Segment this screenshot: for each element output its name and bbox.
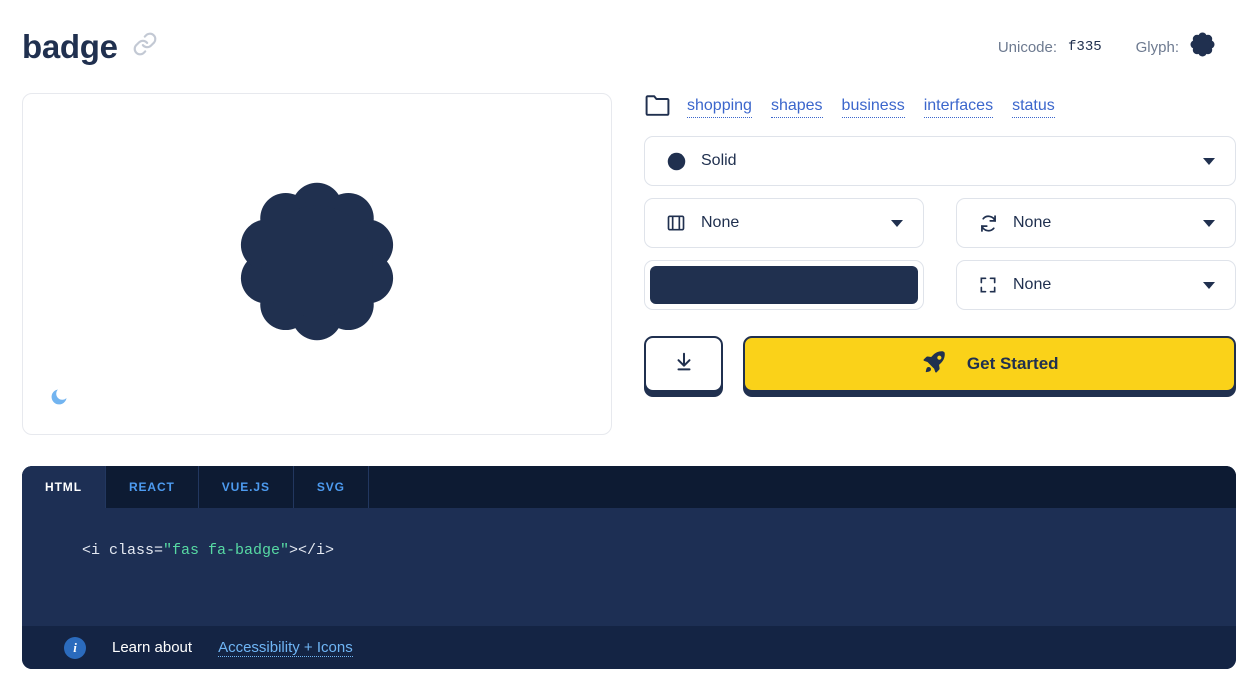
film-icon [665, 213, 687, 233]
color-size-row: None [644, 260, 1236, 310]
badge-glyph-icon [1190, 32, 1215, 62]
tab-vuejs[interactable]: VUE.JS [198, 466, 294, 508]
expand-icon [977, 275, 999, 295]
animation-rotate-row: None None [644, 198, 1236, 248]
learn-about-label: Learn about [112, 639, 193, 656]
action-buttons: Get Started [644, 336, 1236, 392]
chevron-down-icon [891, 219, 903, 227]
brand: badge [22, 30, 158, 63]
category-link-status[interactable]: status [1012, 96, 1055, 118]
rotate-select[interactable]: None [956, 198, 1236, 248]
category-link-shapes[interactable]: shapes [770, 96, 823, 118]
chevron-down-icon [1203, 157, 1215, 165]
style-select-value: Solid [701, 152, 737, 169]
category-links: shopping shapes business interfaces stat… [687, 96, 1055, 118]
info-icon: i [64, 636, 86, 659]
code-snippet: <i class="fas fa-badge"></i> [82, 542, 1236, 559]
unicode-group: Unicode: f335 [998, 39, 1102, 56]
rotate-icon [977, 213, 999, 234]
category-link-interfaces[interactable]: interfaces [923, 96, 994, 118]
color-picker[interactable] [644, 260, 924, 310]
rotate-select-value: None [1013, 214, 1052, 231]
unicode-label: Unicode: [997, 38, 1058, 56]
tab-svg[interactable]: SVG [293, 466, 369, 508]
chevron-down-icon [1203, 219, 1215, 227]
color-swatch [650, 266, 918, 304]
style-select[interactable]: Solid [644, 136, 1236, 186]
tabbar-filler [368, 466, 1236, 508]
page-title: badge [22, 28, 118, 65]
glyph-label: Glyph: [1135, 38, 1179, 56]
get-started-label: Get Started [966, 354, 1059, 373]
tab-html[interactable]: HTML [22, 466, 106, 508]
code-snippet-post: ></i> [289, 542, 335, 559]
category-row: shopping shapes business interfaces stat… [644, 90, 1236, 124]
code-footer: i Learn about Accessibility + Icons [22, 626, 1236, 669]
category-link-business[interactable]: business [841, 96, 905, 118]
style-row: Solid [644, 136, 1236, 186]
animation-select[interactable]: None [644, 198, 924, 248]
unicode-value: f335 [1068, 39, 1102, 55]
category-link-shopping[interactable]: shopping [687, 96, 752, 118]
link-icon[interactable] [132, 31, 158, 62]
page-header: badge Unicode: f335 Glyph: [0, 0, 1241, 86]
code-body[interactable]: <i class="fas fa-badge"></i> [22, 508, 1236, 626]
header-meta: Unicode: f335 Glyph: [998, 32, 1215, 62]
folder-icon [644, 93, 671, 122]
chevron-down-icon [1203, 281, 1215, 289]
animation-select-value: None [701, 214, 740, 231]
controls-panel: shopping shapes business interfaces stat… [644, 90, 1236, 392]
code-tabs: HTML REACT VUE.JS SVG [22, 466, 1236, 508]
rocket-icon [921, 349, 947, 380]
code-snippet-string: "fas fa-badge" [163, 542, 290, 559]
download-button[interactable] [644, 336, 724, 392]
size-select-value: None [1013, 276, 1052, 293]
circle-solid-icon [665, 151, 687, 172]
accessibility-link[interactable]: Accessibility + Icons [218, 639, 353, 657]
code-snippet-pre: <i class= [82, 542, 164, 559]
get-started-button[interactable]: Get Started [743, 336, 1236, 392]
moon-icon[interactable] [49, 386, 69, 413]
code-panel: HTML REACT VUE.JS SVG <i class="fas fa-b… [22, 466, 1236, 669]
badge-icon [235, 180, 399, 349]
glyph-group: Glyph: [1136, 32, 1215, 62]
icon-preview-panel [22, 93, 612, 435]
download-icon [673, 351, 695, 378]
tab-react[interactable]: REACT [105, 466, 199, 508]
size-select[interactable]: None [956, 260, 1236, 310]
